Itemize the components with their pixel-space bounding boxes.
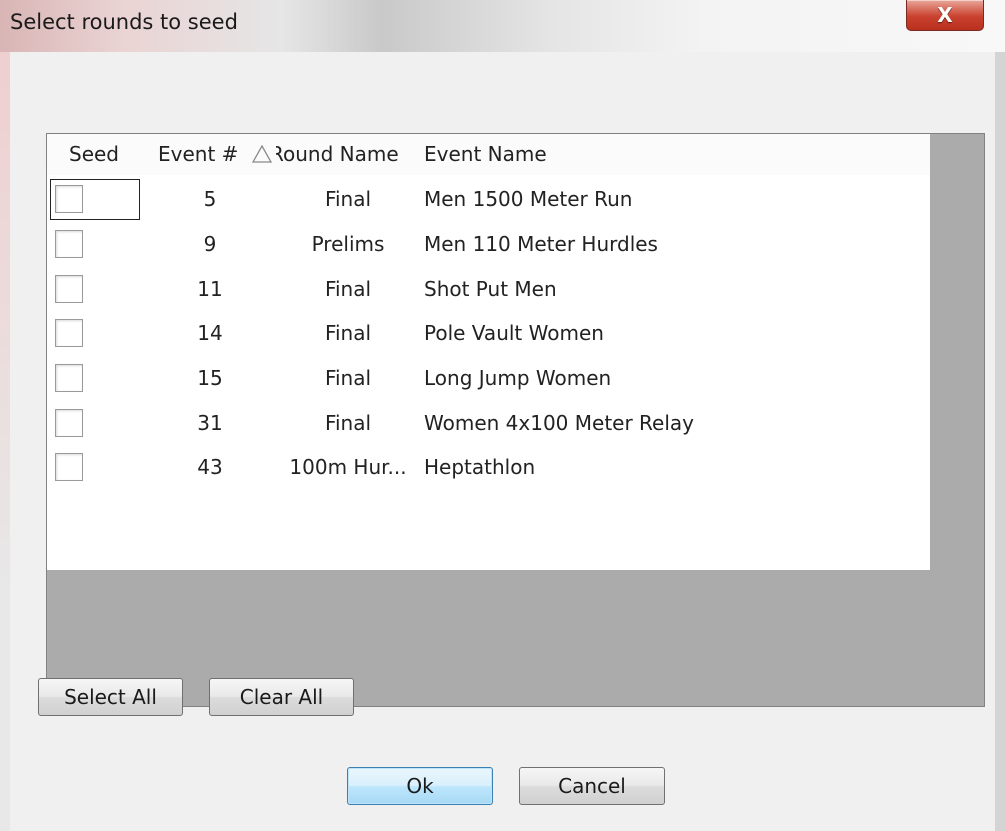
close-icon: X: [937, 3, 953, 27]
ok-button[interactable]: Ok: [347, 767, 493, 805]
seed-checkbox[interactable]: [55, 453, 83, 481]
column-header-round-name[interactable]: Round Name: [276, 134, 419, 175]
event-name-cell: Men 110 Meter Hurdles: [424, 232, 658, 256]
table-row[interactable]: 11 Final Shot Put Men: [47, 267, 930, 311]
event-name-cell: Men 1500 Meter Run: [424, 187, 633, 211]
seed-checkbox[interactable]: [55, 319, 83, 347]
round-name-cell: Prelims: [311, 232, 385, 256]
column-header-seed[interactable]: Seed: [69, 134, 129, 175]
event-name-cell: Pole Vault Women: [424, 321, 604, 345]
table-row[interactable]: 15 Final Long Jump Women: [47, 356, 930, 400]
column-header-round-name-label: Round Name: [276, 142, 399, 166]
seed-checkbox[interactable]: [55, 275, 83, 303]
table-row[interactable]: 9 Prelims Men 110 Meter Hurdles: [47, 222, 930, 266]
seed-checkbox[interactable]: [55, 409, 83, 437]
event-number-cell: 5: [203, 187, 217, 211]
round-name-cell: 100m Hur...: [289, 455, 407, 479]
grid-rows: 5 Final Men 1500 Meter Run 9 Prelims Men…: [47, 175, 930, 570]
event-name-cell: Long Jump Women: [424, 366, 612, 390]
dialog-body: Seed Event # Round Name Event Name 5 Fin…: [10, 52, 995, 831]
window-title: Select rounds to seed: [10, 10, 238, 34]
rounds-grid[interactable]: Seed Event # Round Name Event Name 5 Fin…: [46, 133, 985, 707]
table-row[interactable]: 5 Final Men 1500 Meter Run: [47, 177, 930, 221]
event-name-cell: Women 4x100 Meter Relay: [424, 411, 694, 435]
seed-checkbox[interactable]: [55, 185, 83, 213]
select-all-button[interactable]: Select All: [38, 678, 183, 716]
round-name-cell: Final: [324, 277, 372, 301]
column-header-event-number[interactable]: Event #: [158, 134, 253, 175]
seed-checkbox[interactable]: [55, 230, 83, 258]
event-number-cell: 9: [203, 232, 217, 256]
event-name-cell: Heptathlon: [424, 455, 536, 479]
round-name-cell: Final: [324, 321, 372, 345]
close-button[interactable]: X: [906, 0, 984, 31]
event-number-cell: 43: [197, 455, 223, 479]
round-name-cell: Final: [324, 366, 372, 390]
grid-header: Seed Event # Round Name Event Name: [47, 134, 930, 176]
table-row[interactable]: 14 Final Pole Vault Women: [47, 311, 930, 355]
cancel-button[interactable]: Cancel: [519, 767, 665, 805]
column-header-event-name[interactable]: Event Name: [424, 134, 624, 175]
event-number-cell: 14: [197, 321, 223, 345]
seed-checkbox[interactable]: [55, 364, 83, 392]
event-number-cell: 11: [197, 277, 223, 301]
clear-all-button[interactable]: Clear All: [209, 678, 354, 716]
window-frame-left: [0, 52, 10, 831]
round-name-cell: Final: [324, 187, 372, 211]
sort-ascending-icon: [252, 145, 272, 163]
event-name-cell: Shot Put Men: [424, 277, 557, 301]
table-row[interactable]: 31 Final Women 4x100 Meter Relay: [47, 401, 930, 445]
round-name-cell: Final: [324, 411, 372, 435]
event-number-cell: 15: [197, 366, 223, 390]
event-number-cell: 31: [197, 411, 223, 435]
table-row[interactable]: 43 100m Hur... Heptathlon: [47, 445, 930, 489]
window-frame-right: [995, 52, 1005, 831]
title-bar: Select rounds to seed X: [0, 0, 1005, 53]
